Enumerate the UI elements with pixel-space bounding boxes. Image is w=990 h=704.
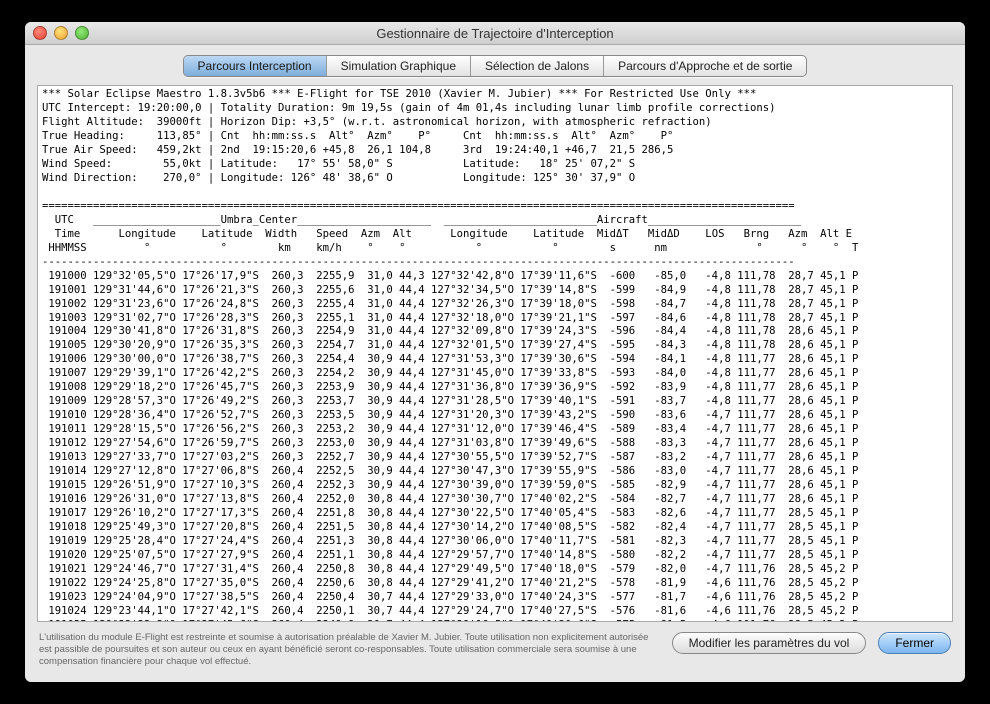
titlebar: Gestionnaire de Trajectoire d'Intercepti… <box>25 22 965 45</box>
window: Gestionnaire de Trajectoire d'Intercepti… <box>25 22 965 682</box>
tab-parcours-interception[interactable]: Parcours Interception <box>184 56 327 76</box>
zoom-icon[interactable] <box>75 26 89 40</box>
content-frame: *** Solar Eclipse Maestro 1.8.3v5b6 *** … <box>37 85 953 622</box>
tab-selection-jalons[interactable]: Sélection de Jalons <box>471 56 604 76</box>
close-button[interactable]: Fermer <box>878 632 951 654</box>
segmented-tabs: Parcours Interception Simulation Graphiq… <box>183 55 808 77</box>
modify-flight-params-button[interactable]: Modifier les paramètres du vol <box>672 632 867 654</box>
tabs: Parcours Interception Simulation Graphiq… <box>25 45 965 85</box>
minimize-icon[interactable] <box>54 26 68 40</box>
close-icon[interactable] <box>33 26 47 40</box>
tab-simulation-graphique[interactable]: Simulation Graphique <box>327 56 471 76</box>
disclaimer-text: L'utilisation du module E-Flight est res… <box>39 632 660 668</box>
trajectory-text: *** Solar Eclipse Maestro 1.8.3v5b6 *** … <box>38 86 952 621</box>
traffic-lights <box>25 26 89 40</box>
footer: L'utilisation du module E-Flight est res… <box>25 622 965 682</box>
tab-parcours-approche-sortie[interactable]: Parcours d'Approche et de sortie <box>604 56 806 76</box>
scroll-area[interactable]: *** Solar Eclipse Maestro 1.8.3v5b6 *** … <box>38 86 952 621</box>
window-title: Gestionnaire de Trajectoire d'Intercepti… <box>25 26 965 41</box>
